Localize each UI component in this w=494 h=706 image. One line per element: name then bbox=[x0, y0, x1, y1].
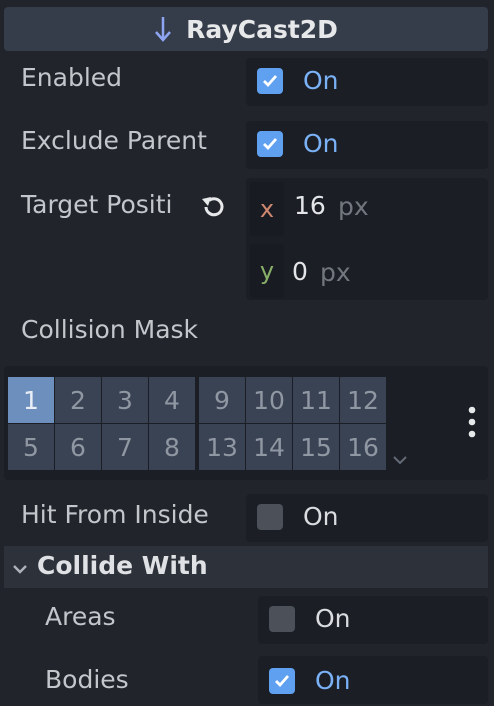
collision-layer-1[interactable]: 1 bbox=[8, 377, 54, 423]
node-title: RayCast2D bbox=[186, 14, 338, 44]
collision-layer-16[interactable]: 16 bbox=[340, 424, 386, 470]
collision-layer-6[interactable]: 6 bbox=[55, 424, 101, 470]
x-axis-label: x bbox=[250, 182, 284, 236]
bodies-label: Bodies bbox=[45, 665, 129, 694]
collision-layer-15[interactable]: 15 bbox=[293, 424, 339, 470]
checkbox-checked-icon[interactable] bbox=[269, 668, 295, 694]
chevron-down-icon[interactable] bbox=[391, 451, 409, 470]
y-value-input[interactable]: 0 bbox=[292, 257, 308, 286]
bodies-value: On bbox=[315, 666, 351, 695]
collision-layer-13[interactable]: 13 bbox=[199, 424, 245, 470]
bodies-toggle[interactable]: On bbox=[258, 656, 488, 704]
checkbox-unchecked-icon[interactable] bbox=[257, 504, 283, 530]
more-options-icon[interactable] bbox=[465, 405, 479, 443]
collision-layer-4[interactable]: 4 bbox=[149, 377, 195, 423]
collision-layer-3[interactable]: 3 bbox=[102, 377, 148, 423]
checkbox-unchecked-icon[interactable] bbox=[269, 606, 295, 632]
enabled-label: Enabled bbox=[21, 63, 123, 92]
collision-layer-12[interactable]: 12 bbox=[340, 377, 386, 423]
target-position-editor: x 16 px y 0 px bbox=[246, 178, 488, 300]
collision-layer-2[interactable]: 2 bbox=[55, 377, 101, 423]
y-unit: px bbox=[320, 258, 351, 287]
collision-layer-14[interactable]: 14 bbox=[246, 424, 292, 470]
collision-layer-9[interactable]: 9 bbox=[199, 377, 245, 423]
areas-toggle[interactable]: On bbox=[258, 596, 488, 644]
checkbox-checked-icon[interactable] bbox=[257, 131, 283, 157]
x-unit: px bbox=[338, 192, 369, 221]
exclude-parent-value: On bbox=[303, 129, 339, 158]
exclude-parent-toggle[interactable]: On bbox=[246, 121, 488, 169]
collide-with-title: Collide With bbox=[37, 551, 208, 580]
chevron-down-icon bbox=[12, 560, 28, 579]
x-value-input[interactable]: 16 bbox=[294, 191, 326, 220]
revert-icon[interactable] bbox=[198, 193, 228, 225]
enabled-value: On bbox=[303, 66, 339, 95]
areas-value: On bbox=[315, 604, 351, 633]
down-arrow-icon bbox=[154, 15, 172, 43]
collision-layer-8[interactable]: 8 bbox=[149, 424, 195, 470]
enabled-toggle[interactable]: On bbox=[246, 58, 488, 106]
target-position-label: Target Positi bbox=[21, 190, 173, 219]
exclude-parent-label: Exclude Parent bbox=[21, 126, 207, 155]
collide-with-section-header[interactable]: Collide With bbox=[4, 546, 488, 588]
collision-layer-7[interactable]: 7 bbox=[102, 424, 148, 470]
hit-from-inside-toggle[interactable]: On bbox=[246, 494, 488, 542]
collision-layer-10[interactable]: 10 bbox=[246, 377, 292, 423]
collision-mask-label: Collision Mask bbox=[21, 315, 199, 344]
areas-label: Areas bbox=[45, 602, 116, 631]
hit-from-inside-value: On bbox=[303, 502, 339, 531]
y-axis-label: y bbox=[250, 244, 284, 298]
checkbox-checked-icon[interactable] bbox=[257, 68, 283, 94]
hit-from-inside-label: Hit From Inside bbox=[21, 500, 209, 529]
collision-layer-5[interactable]: 5 bbox=[8, 424, 54, 470]
node-header: RayCast2D bbox=[4, 7, 488, 51]
collision-layer-11[interactable]: 11 bbox=[293, 377, 339, 423]
